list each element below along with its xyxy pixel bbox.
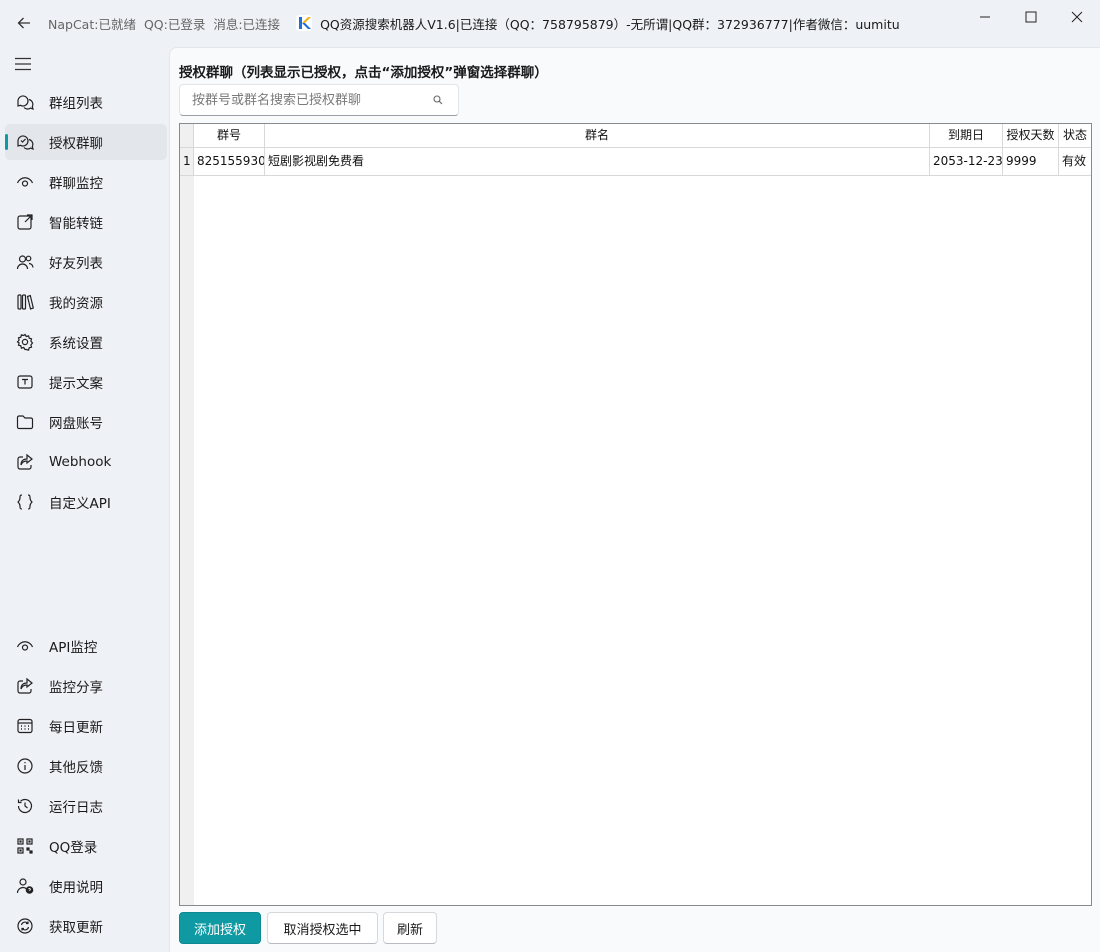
cell-expiry: 2053-12-23	[930, 148, 1003, 175]
menu-toggle-button[interactable]	[14, 56, 34, 72]
sidebar-item-label: 网盘账号	[49, 416, 103, 432]
braces-icon	[16, 493, 34, 511]
column-header-group-id[interactable]: 群号	[194, 124, 265, 148]
sidebar-item-label: 监控分享	[49, 680, 103, 696]
sidebar-item-my-resources[interactable]: 我的资源	[5, 284, 167, 320]
sidebar-item-label: 自定义API	[49, 496, 111, 512]
eye-icon	[16, 637, 34, 655]
refresh-icon	[16, 917, 34, 935]
sidebar-item-label: 智能转链	[49, 216, 103, 232]
sidebar-item-api-monitor[interactable]: API监控	[5, 628, 167, 664]
arrow-left-icon	[17, 17, 30, 29]
person-question-icon	[16, 877, 34, 895]
sidebar-item-label: 运行日志	[49, 800, 103, 816]
column-header-expiry[interactable]: 到期日	[930, 124, 1003, 148]
share-icon	[16, 453, 34, 471]
sidebar-item-monitor-share[interactable]: 监控分享	[5, 668, 167, 704]
close-icon	[1071, 11, 1083, 23]
search-input[interactable]	[180, 85, 426, 115]
external-link-icon	[16, 213, 34, 231]
row-index: 1	[180, 148, 194, 175]
row-header-gutter	[180, 124, 194, 905]
sidebar-item-run-log[interactable]: 运行日志	[5, 788, 167, 824]
column-header-days[interactable]: 授权天数	[1003, 124, 1059, 148]
sidebar-item-label: 群组列表	[49, 96, 103, 112]
page-title: 授权群聊（列表显示已授权，点击“添加授权”弹窗选择群聊）	[179, 65, 548, 81]
maximize-icon	[1025, 11, 1037, 23]
sidebar-item-prompt-text[interactable]: 提示文案	[5, 364, 167, 400]
folder-icon	[16, 413, 34, 431]
sidebar-item-feedback[interactable]: 其他反馈	[5, 748, 167, 784]
history-icon	[16, 797, 34, 815]
corner-header	[180, 124, 194, 148]
sidebar-item-label: API监控	[49, 640, 98, 656]
sidebar-item-authorized-groups[interactable]: 授权群聊	[5, 124, 167, 160]
cell-group-name: 短剧影视剧免费看	[265, 148, 930, 175]
hamburger-icon	[15, 57, 31, 71]
cell-status: 有效	[1062, 154, 1087, 168]
share-icon	[16, 677, 34, 695]
back-button[interactable]	[0, 0, 48, 46]
cell-days: 9999	[1003, 148, 1059, 175]
qr-code-icon	[16, 837, 34, 855]
library-icon	[16, 293, 34, 311]
column-header-status[interactable]: 状态	[1059, 124, 1091, 148]
sidebar-item-label: 其他反馈	[49, 760, 103, 776]
sidebar-item-label: 好友列表	[49, 256, 103, 272]
message-status: 消息:已连接	[213, 16, 281, 32]
window-controls	[962, 0, 1100, 34]
sidebar-item-custom-api[interactable]: 自定义API	[5, 484, 167, 520]
qq-status: QQ:已登录	[143, 16, 206, 32]
table-row[interactable]: 1 825155930 短剧影视剧免费看 2053-12-23 9999 有效	[180, 148, 1091, 176]
sidebar-item-webhook[interactable]: Webhook	[5, 444, 167, 480]
minimize-icon	[980, 16, 990, 18]
chat-check-icon	[16, 133, 34, 151]
sidebar-item-group-list[interactable]: 群组列表	[5, 84, 167, 120]
sidebar-item-label: 使用说明	[49, 880, 103, 896]
column-header-group-name[interactable]: 群名	[265, 124, 930, 148]
minimize-button[interactable]	[962, 0, 1008, 34]
gear-icon	[16, 333, 34, 351]
sidebar-item-cloud-accounts[interactable]: 网盘账号	[5, 404, 167, 440]
sidebar-item-group-monitor[interactable]: 群聊监控	[5, 164, 167, 200]
sidebar-item-label: QQ登录	[49, 840, 98, 856]
sidebar-item-label: 群聊监控	[49, 176, 103, 192]
app-logo-icon	[296, 15, 313, 31]
sidebar-item-friend-list[interactable]: 好友列表	[5, 244, 167, 280]
main-panel: 授权群聊（列表显示已授权，点击“添加授权”弹窗选择群聊） 群号 群名 到期日 授…	[169, 47, 1100, 952]
sidebar-item-settings[interactable]: 系统设置	[5, 324, 167, 360]
chat-bubbles-icon	[16, 93, 34, 111]
sidebar-item-daily-update[interactable]: 每日更新	[5, 708, 167, 744]
sidebar-item-label: Webhook	[49, 454, 112, 470]
refresh-button[interactable]: 刷新	[383, 912, 437, 944]
cell-group-id: 825155930	[194, 148, 265, 175]
info-icon	[16, 757, 34, 775]
title-bar: NapCat:已就绪 QQ:已登录 消息:已连接 QQ资源搜索机器人V1.6|已…	[0, 0, 1100, 46]
search-box	[179, 84, 459, 116]
sidebar-item-label: 每日更新	[49, 720, 103, 736]
sidebar-item-label: 授权群聊	[49, 136, 103, 152]
sidebar-item-smart-link[interactable]: 智能转链	[5, 204, 167, 240]
table-header: 群号 群名 到期日 授权天数 状态	[180, 124, 1091, 148]
cancel-authorization-button[interactable]: 取消授权选中	[267, 912, 378, 944]
sidebar-item-instructions[interactable]: 使用说明	[5, 868, 167, 904]
close-button[interactable]	[1054, 0, 1100, 34]
text-box-icon	[16, 373, 34, 391]
add-authorization-button[interactable]: 添加授权	[179, 912, 261, 944]
sidebar-item-label: 系统设置	[49, 336, 103, 352]
eye-icon	[16, 173, 34, 191]
sidebar-item-get-updates[interactable]: 获取更新	[5, 908, 167, 944]
sidebar-item-label: 提示文案	[49, 376, 103, 392]
napcat-status: NapCat:已就绪	[48, 16, 136, 32]
people-icon	[16, 253, 34, 271]
calendar-icon	[16, 717, 34, 735]
sidebar-item-label: 获取更新	[49, 920, 103, 936]
search-icon[interactable]	[426, 88, 450, 112]
sidebar-item-qq-login[interactable]: QQ登录	[5, 828, 167, 864]
sidebar: 群组列表 授权群聊 群聊监控 智能转链 好友列表 我的资源 系统设置 提示文案 …	[0, 46, 168, 952]
window-title: QQ资源搜索机器人V1.6|已连接（QQ：758795879）-无所谓|QQ群：…	[320, 16, 900, 32]
maximize-button[interactable]	[1008, 0, 1054, 34]
sidebar-item-label: 我的资源	[49, 296, 103, 312]
authorized-groups-table: 群号 群名 到期日 授权天数 状态 1 825155930 短剧影视剧免费看 2…	[179, 123, 1092, 906]
